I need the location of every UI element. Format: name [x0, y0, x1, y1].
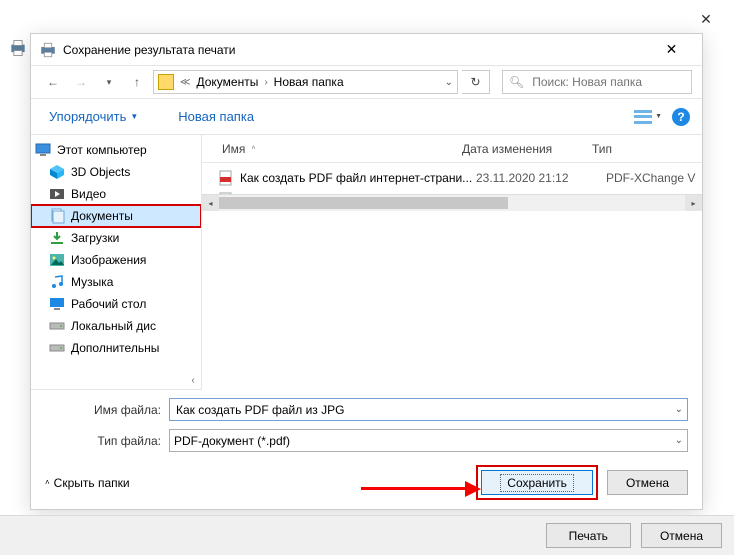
sidebar-item-local-disk[interactable]: Локальный дис	[31, 315, 201, 337]
sidebar-item-desktop[interactable]: Рабочий стол	[31, 293, 201, 315]
pdf-file-icon	[218, 170, 234, 186]
organize-button[interactable]: Упорядочить▼	[43, 105, 144, 128]
sort-indicator-icon: ˄	[251, 145, 255, 152]
scroll-right-button[interactable]: ▸	[685, 195, 702, 211]
hide-folders-button[interactable]: ˄ Скрыть папки	[45, 476, 130, 490]
refresh-button[interactable]: ↻	[462, 70, 490, 94]
filetype-label: Тип файла:	[83, 434, 161, 448]
horizontal-scrollbar[interactable]: ◂ ▸	[202, 194, 702, 211]
chevron-down-icon: ▼	[655, 113, 662, 120]
file-row[interactable]: Как создать PDF файл интернет-страни... …	[202, 167, 702, 189]
chevron-up-icon: ˄	[45, 478, 50, 487]
documents-icon	[49, 208, 65, 224]
sidebar: Этот компьютер 3D Objects Видео Документ…	[31, 135, 202, 390]
sidebar-item-3d-objects[interactable]: 3D Objects	[31, 161, 201, 183]
scroll-left-button[interactable]: ◂	[202, 195, 219, 211]
parent-cancel-button[interactable]: Отмена	[641, 523, 722, 548]
save-dialog: Сохранение результата печати ✕ ← → ▾ ↑ ≪…	[30, 33, 703, 510]
chevron-down-icon[interactable]: ⌄	[445, 77, 453, 88]
chevron-down-icon: ▼	[130, 112, 138, 121]
sidebar-item-additional[interactable]: Дополнительны	[31, 337, 201, 359]
column-name[interactable]: Имя˄	[202, 142, 462, 156]
disk-icon	[49, 340, 65, 356]
file-date: 23.11.2020 21:12	[476, 171, 606, 185]
video-icon	[49, 186, 65, 202]
folder-icon	[158, 74, 174, 90]
recent-dropdown[interactable]: ▾	[97, 70, 121, 94]
scroll-thumb[interactable]	[219, 197, 508, 209]
sidebar-item-this-pc[interactable]: Этот компьютер	[31, 139, 201, 161]
parent-footer: Печать Отмена	[0, 515, 734, 555]
view-button[interactable]: ▼	[634, 110, 662, 124]
forward-button[interactable]: →	[69, 70, 93, 94]
breadcrumb-part[interactable]: Документы	[196, 75, 258, 89]
close-button[interactable]: ✕	[649, 34, 694, 65]
file-type: PDF-XChange V	[606, 171, 702, 185]
column-headers: Имя˄ Дата изменения Тип	[202, 135, 702, 163]
disk-icon	[49, 318, 65, 334]
close-icon: ✕	[700, 11, 712, 28]
new-folder-button[interactable]: Новая папка	[172, 105, 260, 128]
save-button[interactable]: Сохранить	[481, 470, 593, 495]
pictures-icon	[49, 252, 65, 268]
computer-icon	[35, 142, 51, 158]
column-type[interactable]: Тип	[592, 142, 702, 156]
file-name: Как создать PDF файл интернет-страни...	[240, 171, 476, 185]
search-box[interactable]: 🔍︎	[502, 70, 692, 94]
filename-input[interactable]	[174, 402, 675, 418]
filetype-value: PDF-документ (*.pdf)	[174, 434, 290, 448]
printer-icon	[8, 38, 28, 58]
print-button[interactable]: Печать	[546, 523, 631, 548]
breadcrumb-part[interactable]: Новая папка	[274, 75, 344, 89]
back-button[interactable]: ←	[41, 70, 65, 94]
sidebar-item-downloads[interactable]: Загрузки	[31, 227, 201, 249]
music-icon	[49, 274, 65, 290]
up-button[interactable]: ↑	[125, 70, 149, 94]
dialog-title: Сохранение результата печати	[63, 43, 649, 57]
download-icon	[49, 230, 65, 246]
sidebar-item-pictures[interactable]: Изображения	[31, 249, 201, 271]
filename-label: Имя файла:	[83, 403, 161, 417]
sidebar-item-videos[interactable]: Видео	[31, 183, 201, 205]
chevron-right-icon: ›	[264, 77, 267, 88]
filename-field[interactable]: ⌄	[169, 398, 688, 421]
cube-icon	[49, 164, 65, 180]
sidebar-item-documents[interactable]: Документы	[31, 205, 201, 227]
view-icon	[634, 110, 652, 124]
search-icon: 🔍︎	[509, 75, 524, 89]
search-input[interactable]	[530, 74, 689, 90]
parent-close-button[interactable]: ✕	[686, 4, 726, 34]
expand-tree-button[interactable]: ‹	[185, 372, 201, 388]
printer-icon	[39, 41, 57, 59]
chevron-down-icon: ⌄	[675, 435, 683, 446]
cancel-button[interactable]: Отмена	[607, 470, 688, 495]
help-button[interactable]: ?	[672, 108, 690, 126]
sidebar-item-music[interactable]: Музыка	[31, 271, 201, 293]
titlebar[interactable]: Сохранение результата печати ✕	[31, 34, 702, 65]
chevron-icon: ≪	[180, 77, 190, 88]
chevron-down-icon[interactable]: ⌄	[675, 404, 683, 415]
desktop-icon	[49, 296, 65, 312]
close-icon: ✕	[666, 41, 678, 58]
column-date[interactable]: Дата изменения	[462, 142, 592, 156]
filetype-select[interactable]: PDF-документ (*.pdf) ⌄	[169, 429, 688, 452]
breadcrumb[interactable]: ≪ Документы › Новая папка ⌄	[153, 70, 458, 94]
nav-bar: ← → ▾ ↑ ≪ Документы › Новая папка ⌄ ↻ 🔍︎	[31, 65, 702, 99]
